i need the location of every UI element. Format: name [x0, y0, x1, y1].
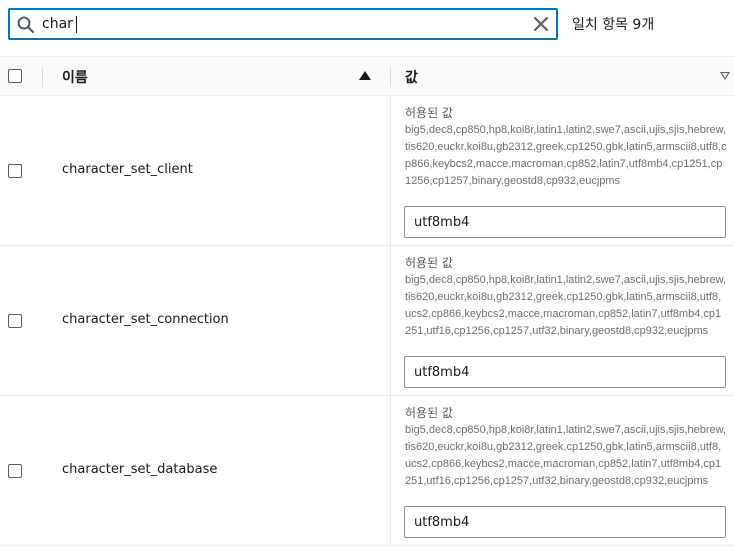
search-icon — [17, 16, 35, 34]
allowed-values-text: big5,dec8,cp850,hp8,koi8r,latin1,latin2,… — [405, 424, 727, 487]
parameter-value-input[interactable] — [404, 506, 726, 538]
parameter-name: character_set_connection — [62, 312, 229, 327]
row-checkbox[interactable] — [8, 164, 22, 178]
column-divider — [42, 67, 43, 87]
row-divider — [390, 96, 391, 246]
row-checkbox[interactable] — [8, 314, 22, 328]
close-icon[interactable] — [532, 15, 550, 33]
row-divider — [390, 396, 391, 546]
search-input[interactable] — [42, 13, 522, 35]
parameter-name: character_set_database — [62, 462, 218, 477]
allowed-values-label: 허용된 값 — [405, 256, 453, 270]
allowed-values-label: 허용된 값 — [405, 106, 453, 120]
sort-ascending-icon[interactable] — [359, 71, 371, 80]
table-row: character_set_connection 허용된 값 big5,dec8… — [0, 246, 734, 396]
select-all-checkbox[interactable] — [8, 69, 22, 83]
column-header-name[interactable]: 이름 — [62, 67, 88, 87]
row-divider — [390, 246, 391, 396]
allowed-values-label: 허용된 값 — [405, 406, 453, 420]
parameter-name: character_set_client — [62, 162, 193, 177]
allowed-values-text: big5,dec8,cp850,hp8,koi8r,latin1,latin2,… — [405, 274, 727, 337]
parameter-value-input[interactable] — [404, 206, 726, 238]
table-header: 이름 값 — [0, 56, 734, 96]
search-box[interactable] — [8, 8, 558, 40]
column-header-value[interactable]: 값 — [405, 67, 418, 87]
table-row: character_set_client 허용된 값 big5,dec8,cp8… — [0, 96, 734, 246]
row-checkbox[interactable] — [8, 464, 22, 478]
text-caret — [76, 16, 77, 33]
column-divider[interactable] — [390, 67, 391, 87]
allowed-values-text: big5,dec8,cp850,hp8,koi8r,latin1,latin2,… — [405, 124, 727, 187]
match-count: 일치 항목 9개 — [572, 17, 655, 33]
sort-descending-icon[interactable] — [720, 72, 730, 80]
parameter-value-input[interactable] — [404, 356, 726, 388]
table-row: character_set_database 허용된 값 big5,dec8,c… — [0, 396, 734, 546]
